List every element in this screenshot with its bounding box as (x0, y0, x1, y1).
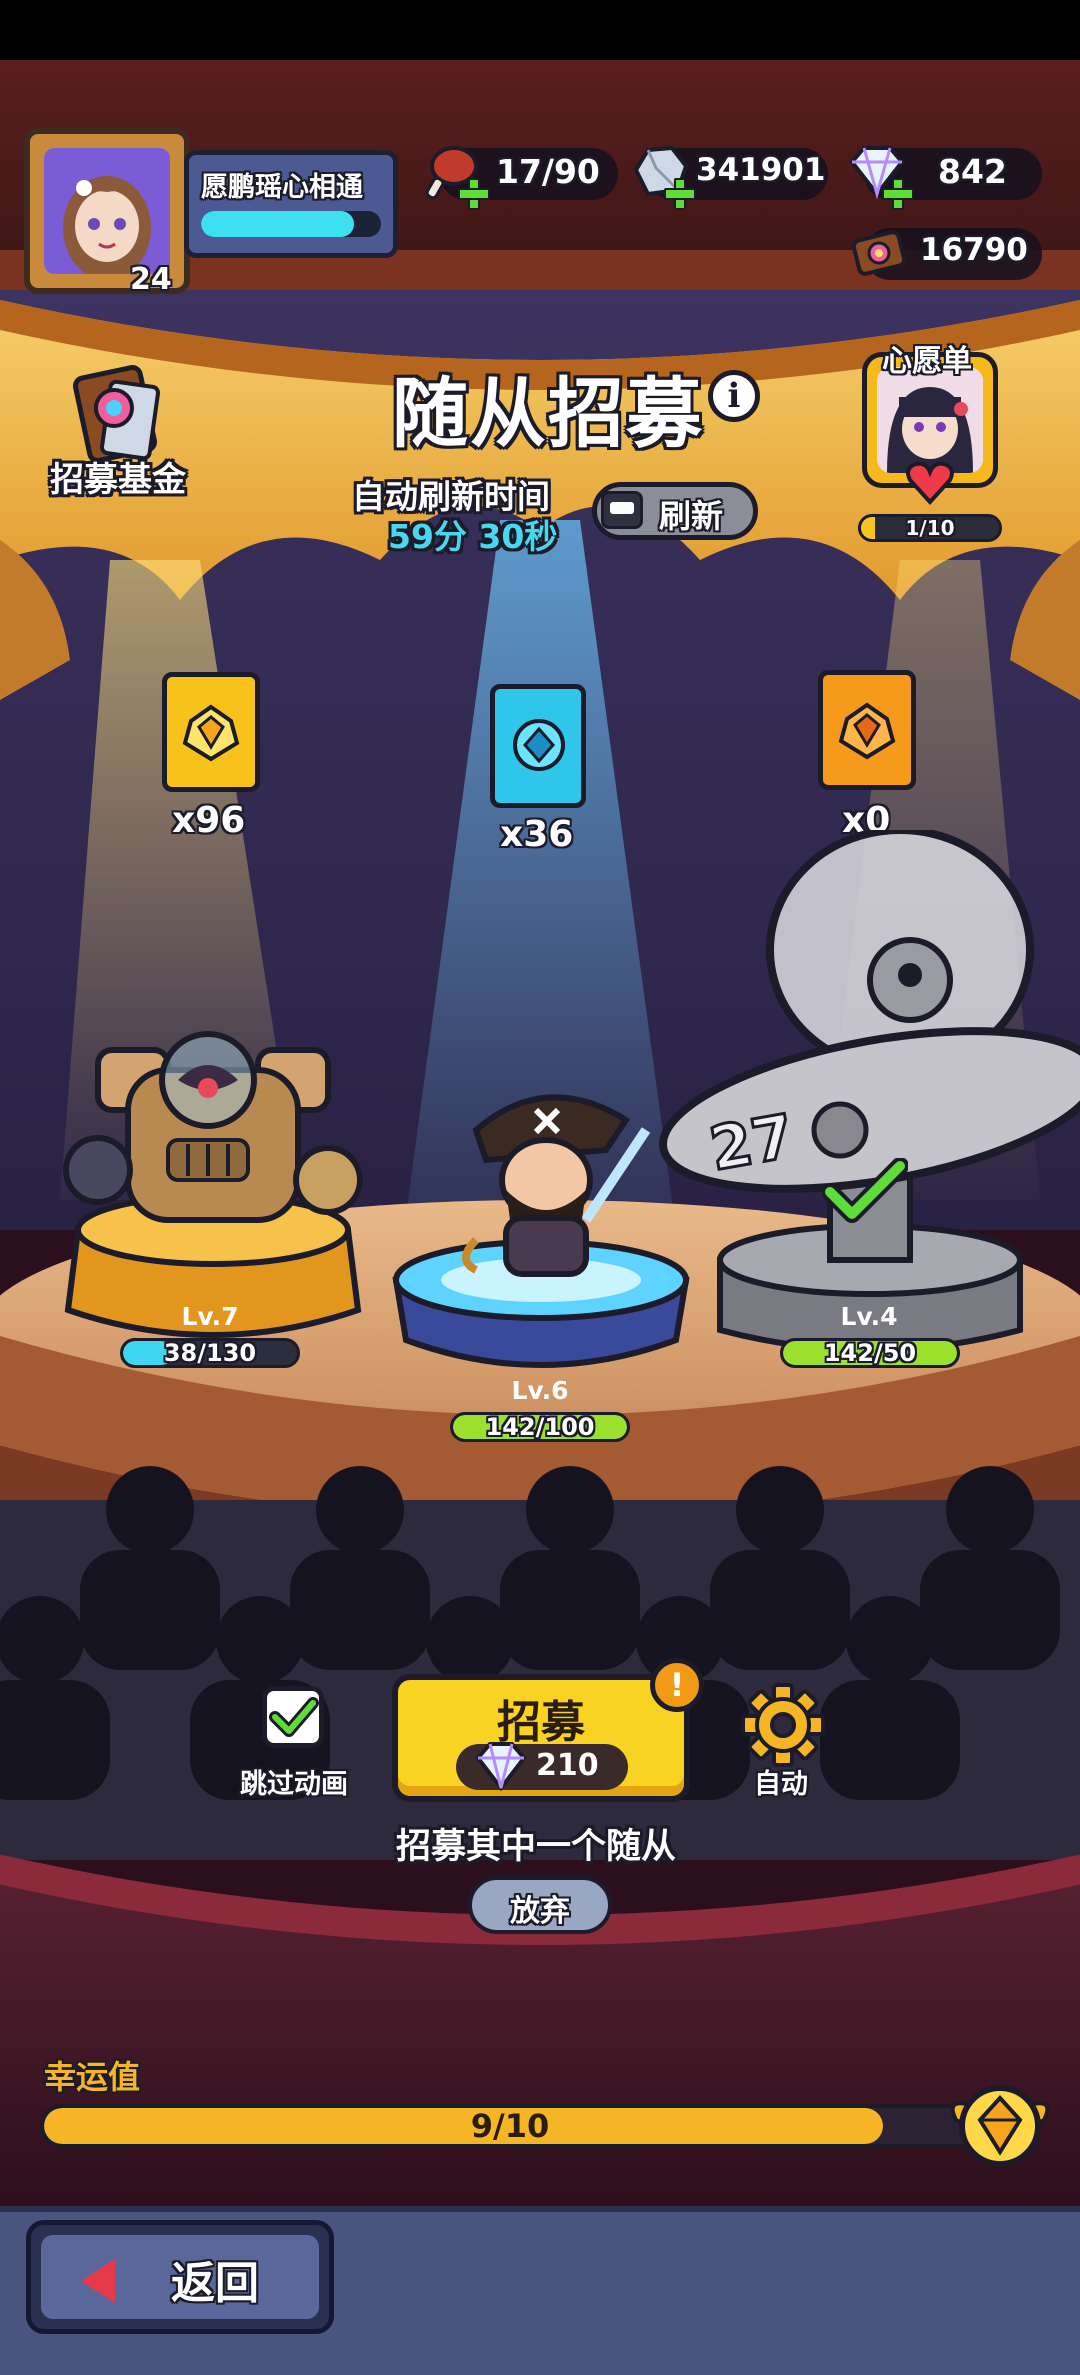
player-level: 24 (130, 262, 172, 297)
pirate-level: Lv.6 (511, 1376, 569, 1405)
wishlist-progress-text: 1/10 (905, 516, 955, 540)
luck-reward-gem-icon[interactable] (946, 2080, 1054, 2174)
player-name: 愿鹏瑶心相通 (201, 172, 363, 203)
player-avatar-frame[interactable]: 24 (24, 128, 190, 297)
golem-exp-text: 38/130 (163, 1339, 257, 1367)
add-stamina-icon[interactable] (458, 178, 490, 210)
pirate-exp-bar: 142/100 (450, 1412, 630, 1442)
golem-robot-follower[interactable] (58, 1010, 368, 1350)
give-up-button[interactable]: 放弃 (468, 1876, 612, 1934)
ufo-exp-text: 142/50 (823, 1339, 917, 1367)
stamina-value: 17/90 (496, 152, 600, 191)
player-nameplate[interactable]: 愿鹏瑶心相通 (184, 150, 398, 258)
recruit-cost: 210 (456, 1742, 628, 1792)
refresh-timer: 59分 30秒 (388, 517, 558, 556)
back-arrow-icon (81, 2259, 115, 2303)
heart-icon (906, 461, 954, 505)
golem-level: Lv.7 (181, 1302, 239, 1331)
blue-gem-card-icon (513, 719, 565, 771)
info-icon[interactable]: i (708, 370, 760, 422)
back-button[interactable]: 返回 (26, 2220, 334, 2334)
recruit-cost-value: 210 (536, 1748, 599, 1783)
token-value: 16790 (920, 232, 1028, 268)
golem-exp-bar: 38/130 (120, 1338, 300, 1368)
recruit-token-icon (851, 230, 907, 276)
back-button-label: 返回 (171, 2258, 259, 2309)
page-title: 随从招募 (392, 369, 704, 458)
blue-card-count: x36 (500, 814, 574, 855)
orange-crest-card-icon (838, 702, 896, 760)
pirate-exp-text: 142/100 (485, 1413, 595, 1441)
orange-crest-card[interactable] (818, 670, 916, 790)
give-up-label: 放弃 (510, 1894, 570, 1929)
recruit-button[interactable]: 招募 210 (392, 1674, 690, 1802)
diamond-icon (475, 1742, 527, 1792)
skip-animation-label[interactable]: 跳过动画 (240, 1762, 348, 1801)
gear-icon[interactable] (740, 1682, 826, 1768)
selected-check-icon (822, 1158, 908, 1223)
ufo-level: Lv.4 (840, 1302, 898, 1331)
recruit-hint: 招募其中一个随从 (396, 1827, 677, 1867)
gold-crest-card-icon (182, 704, 240, 762)
gold-crest-card[interactable] (162, 672, 260, 792)
svg-text:27: 27 (705, 1101, 799, 1184)
recruit-fund-label[interactable]: 招募基金 (50, 452, 186, 501)
alert-badge: ! (650, 1658, 704, 1712)
stone-value: 341901 (696, 152, 826, 188)
luck-progress-text: 9/10 (470, 2107, 550, 2145)
diamond-value: 842 (938, 152, 1007, 191)
ufo-exp-bar: 142/50 (780, 1338, 960, 1368)
player-exp-bar (201, 211, 381, 237)
luck-label: 幸运值 (44, 2058, 141, 2096)
refresh-button[interactable]: 刷新 (592, 482, 758, 540)
avatar (44, 148, 170, 274)
add-stone-icon[interactable] (664, 178, 696, 210)
gold-card-count: x96 (172, 800, 246, 841)
tv-ad-icon (601, 491, 643, 529)
auto-label[interactable]: 自动 (754, 1762, 808, 1801)
recruit-button-label: 招募 (497, 1697, 585, 1748)
skip-animation-checkbox[interactable] (262, 1686, 324, 1748)
add-diamond-icon[interactable] (882, 178, 914, 210)
wishlist-label: 心愿单 (882, 344, 972, 379)
refresh-button-label: 刷新 (659, 497, 724, 535)
blue-gem-card[interactable] (490, 684, 586, 808)
check-icon (269, 1697, 319, 1737)
